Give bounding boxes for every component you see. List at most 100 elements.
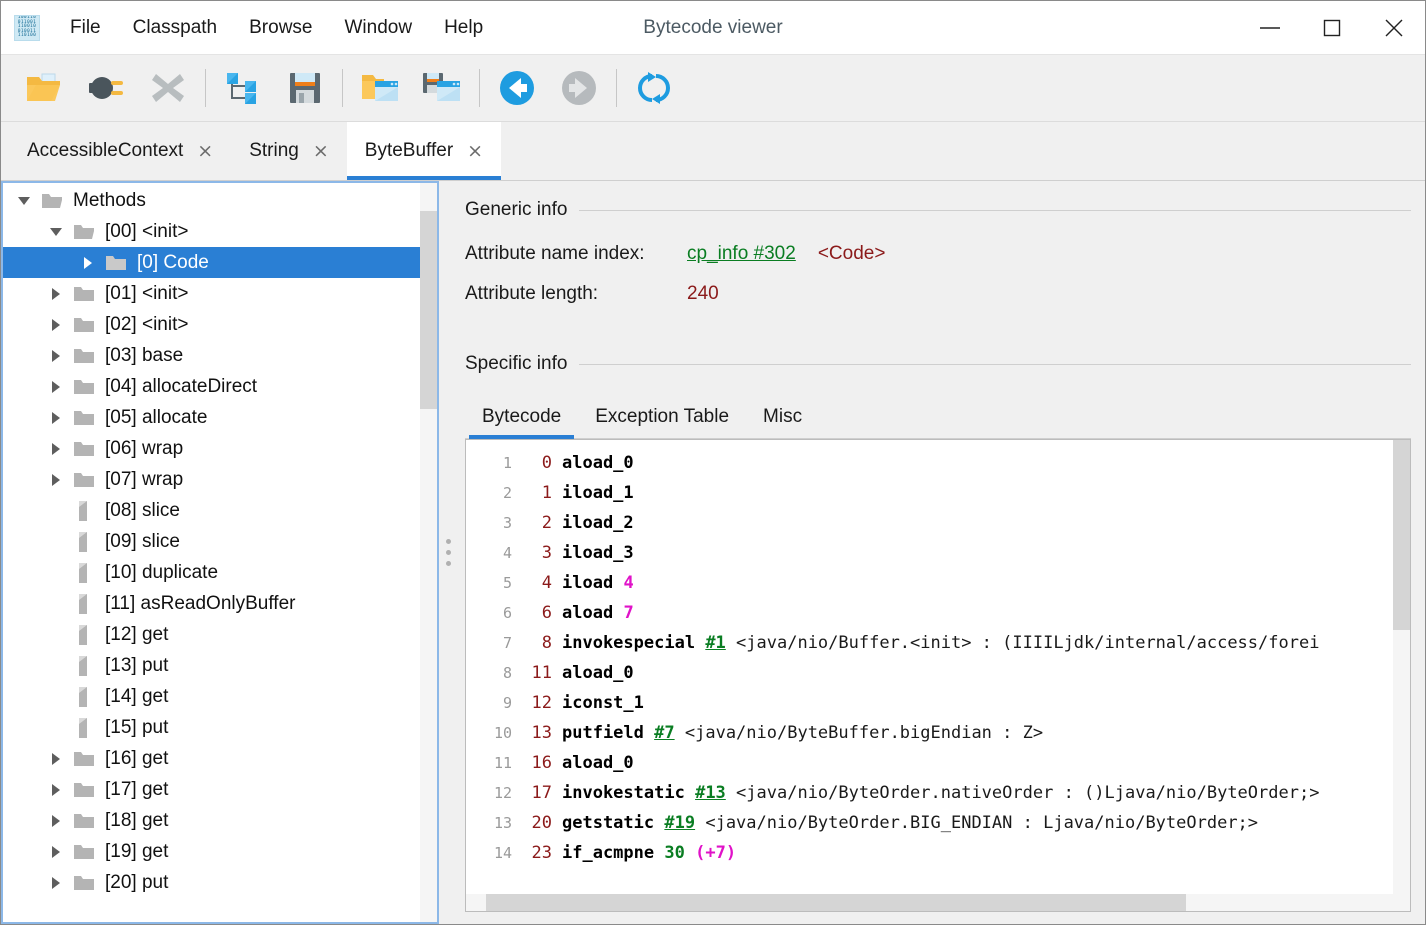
tree-node[interactable]: [19] get	[3, 836, 420, 867]
menu-classpath[interactable]: Classpath	[117, 13, 234, 43]
tab-bytecode[interactable]: Bytecode	[465, 406, 578, 439]
chevron-right-icon[interactable]	[43, 371, 69, 402]
menu-help[interactable]: Help	[428, 13, 499, 43]
tree-node[interactable]: [05] allocate	[3, 402, 420, 433]
close-icon[interactable]: ×	[313, 141, 329, 161]
open-file-button[interactable]	[13, 60, 75, 116]
method-tree[interactable]: Methods [00] <init> [0] Code [01] <init> [02…	[3, 183, 420, 922]
constant-pool-link[interactable]: #19	[664, 813, 695, 833]
constant-pool-link[interactable]: #7	[654, 723, 674, 743]
bytecode-signature: <java/nio/Buffer.<init> : (IIIILjdk/inte…	[736, 633, 1320, 653]
tree-node[interactable]: [11] asReadOnlyBuffer	[3, 588, 420, 619]
attribute-length-label: Attribute length:	[465, 283, 599, 304]
chevron-down-icon	[18, 196, 30, 205]
bytecode-horizontal-scrollbar[interactable]	[466, 894, 1410, 911]
tab-misc[interactable]: Misc	[746, 406, 819, 438]
chevron-right-icon[interactable]	[43, 464, 69, 495]
bytecode-listing[interactable]: 1 0 aload_0 2 1 iload_1 3 2 iload_2 4 3 iload_3 5 4 il…	[466, 440, 1393, 894]
folder-open-icon	[42, 193, 62, 208]
close-x-icon	[152, 74, 184, 102]
forward-button[interactable]	[548, 60, 610, 116]
minimize-button[interactable]	[1239, 1, 1301, 54]
close-class-button[interactable]	[137, 60, 199, 116]
tree-node[interactable]: [04] allocateDirect	[3, 371, 420, 402]
reload-button[interactable]	[623, 60, 685, 116]
bytecode-hscroll-thumb[interactable]	[486, 894, 1186, 911]
minimize-icon	[1260, 26, 1280, 29]
plug-button[interactable]	[75, 60, 137, 116]
save-button[interactable]	[274, 60, 336, 116]
folder-icon	[74, 875, 94, 890]
close-button[interactable]	[1363, 1, 1425, 54]
line-number: 8	[502, 664, 512, 682]
tree-node[interactable]: [01] <init>	[3, 278, 420, 309]
bytecode-line: 10 13 putfield #7 <java/nio/ByteBuffer.big…	[466, 718, 1393, 748]
close-icon[interactable]: ×	[197, 141, 213, 161]
tree-node-label: [0] Code	[137, 251, 209, 273]
tree-node[interactable]: [12] get	[3, 619, 420, 650]
menu-browse[interactable]: Browse	[233, 13, 328, 43]
bytecode-vertical-scrollbar[interactable]	[1393, 440, 1410, 894]
chevron-down-icon[interactable]	[11, 185, 37, 216]
tree-node[interactable]: [10] duplicate	[3, 557, 420, 588]
folder-icon	[74, 751, 94, 766]
folder-icon	[74, 286, 94, 301]
tree-node[interactable]: [07] wrap	[3, 464, 420, 495]
chevron-right-icon[interactable]	[43, 805, 69, 836]
tree-vertical-scrollbar[interactable]	[420, 183, 437, 922]
chevron-right-icon[interactable]	[43, 743, 69, 774]
folder-icon	[74, 441, 94, 456]
tree-scrollbar-thumb[interactable]	[420, 211, 437, 409]
class-tab-accessiblecontext[interactable]: AccessibleContext ×	[9, 122, 231, 180]
save-window-button[interactable]	[411, 60, 473, 116]
chevron-right-icon[interactable]	[43, 340, 69, 371]
tree-node[interactable]: [00] <init>	[3, 216, 420, 247]
tree-node[interactable]: [06] wrap	[3, 433, 420, 464]
tab-exception-table[interactable]: Exception Table	[578, 406, 746, 438]
tree-node[interactable]: [13] put	[3, 650, 420, 681]
chevron-right-icon[interactable]	[43, 433, 69, 464]
class-tab-bytebuffer[interactable]: ByteBuffer ×	[346, 122, 502, 180]
back-button[interactable]	[486, 60, 548, 116]
chevron-right-icon[interactable]	[43, 402, 69, 433]
chevron-right-icon	[52, 442, 60, 455]
open-window-button[interactable]	[349, 60, 411, 116]
maximize-button[interactable]	[1301, 1, 1363, 54]
tree-node[interactable]: [16] get	[3, 743, 420, 774]
constant-pool-link[interactable]: #13	[695, 783, 726, 803]
folder-icon	[106, 255, 126, 270]
bytecode-opcode: invokestatic	[562, 783, 685, 803]
constant-pool-link[interactable]: #1	[705, 633, 725, 653]
tree-node[interactable]: [08] slice	[3, 495, 420, 526]
tree-node-label: [12] get	[105, 623, 169, 645]
tree-node[interactable]: [0] Code	[3, 247, 420, 278]
chevron-right-icon[interactable]	[43, 836, 69, 867]
tree-node[interactable]: [14] get	[3, 681, 420, 712]
menu-file[interactable]: File	[54, 13, 117, 43]
chevron-right-icon[interactable]	[43, 774, 69, 805]
tree-node[interactable]: [09] slice	[3, 526, 420, 557]
panel-splitter[interactable]	[439, 181, 457, 924]
chevron-right-icon[interactable]	[75, 247, 101, 278]
close-icon[interactable]: ×	[467, 141, 483, 161]
chevron-down-icon[interactable]	[43, 216, 69, 247]
tree-node[interactable]: [02] <init>	[3, 309, 420, 340]
tree-node[interactable]: [15] put	[3, 712, 420, 743]
tree-node-label: [13] put	[105, 654, 169, 676]
attribute-name-index-row: Attribute name index: cp_info #302 <Code…	[465, 243, 1411, 283]
menu-window[interactable]: Window	[328, 13, 428, 43]
tree-node[interactable]: [18] get	[3, 805, 420, 836]
tree-node[interactable]: [03] base	[3, 340, 420, 371]
tree-node[interactable]: Methods	[3, 185, 420, 216]
branch-target[interactable]: 30	[664, 843, 684, 863]
tree-node[interactable]: [20] put	[3, 867, 420, 898]
bytecode-vscroll-thumb[interactable]	[1393, 440, 1410, 630]
tree-structure-button[interactable]	[212, 60, 274, 116]
cp-info-link[interactable]: cp_info #302	[687, 243, 796, 265]
chevron-right-icon[interactable]	[43, 309, 69, 340]
class-tab-string[interactable]: String ×	[231, 122, 347, 180]
tree-node-label: [08] slice	[105, 499, 180, 521]
chevron-right-icon[interactable]	[43, 278, 69, 309]
tree-node[interactable]: [17] get	[3, 774, 420, 805]
chevron-right-icon[interactable]	[43, 867, 69, 898]
